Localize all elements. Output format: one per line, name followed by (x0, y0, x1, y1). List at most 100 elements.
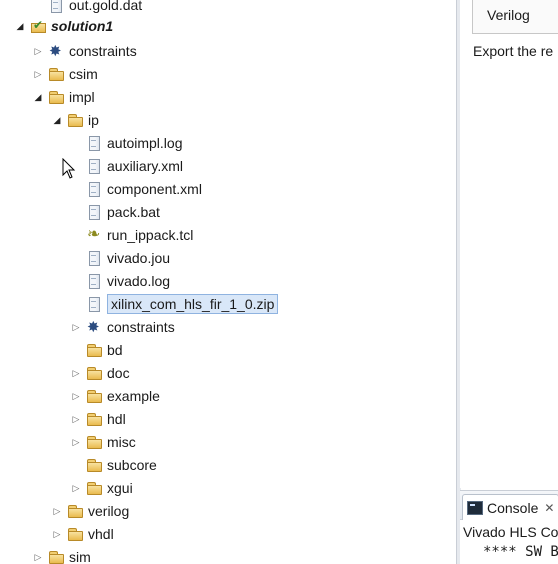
gear-icon (86, 317, 102, 339)
collapsed-arrow-icon[interactable]: ▷ (32, 40, 44, 62)
console-output-line: **** SW B (483, 544, 558, 560)
collapsed-arrow-icon[interactable]: ▷ (32, 546, 44, 564)
console-tab-label: Console (487, 499, 539, 516)
folder-icon (67, 503, 83, 519)
tree-item-label: constraints (69, 43, 137, 59)
solution-folder-icon (30, 14, 46, 36)
tree-item-xilinx-zip-selected[interactable]: ▷ xilinx_com_hls_fir_1_0.zip (70, 293, 279, 315)
file-icon (86, 273, 102, 289)
tree-item-label: constraints (107, 319, 175, 335)
tree-item-misc[interactable]: ▷ misc (70, 431, 136, 453)
tree-item-auxiliary-xml[interactable]: ▷ auxiliary.xml (70, 155, 183, 177)
tree-item-label: verilog (88, 503, 130, 519)
tree-item-constraints-ip[interactable]: ▷ constraints (70, 316, 175, 339)
tree-item-label: example (107, 388, 160, 404)
tree-item-vhdl[interactable]: ▷ vhdl (51, 523, 114, 545)
tree-item-label: vivado.log (107, 273, 171, 289)
tree-item-run-ippack-tcl[interactable]: ▷ run_ippack.tcl (70, 224, 193, 246)
tree-item-hdl[interactable]: ▷ hdl (70, 408, 126, 430)
collapsed-arrow-icon[interactable]: ▷ (32, 63, 44, 85)
tree-item-verilog[interactable]: ▷ verilog (51, 500, 130, 522)
tree-item-component-xml[interactable]: ▷ component.xml (70, 178, 202, 200)
console-title: Vivado HLS Co (463, 524, 558, 540)
tree-item-subcore[interactable]: ▷ subcore (70, 454, 157, 476)
tree-item-label: misc (107, 434, 136, 450)
project-explorer-tree: ▷ out.gold.dat ◢ solution1 ▷ constraints… (0, 0, 456, 564)
file-icon (86, 204, 102, 220)
tree-item-vivado-jou[interactable]: ▷ vivado.jou (70, 247, 170, 269)
collapsed-arrow-icon[interactable]: ▷ (70, 385, 82, 407)
tree-item-label: subcore (107, 457, 157, 473)
tree-item-label: impl (69, 89, 95, 105)
tree-item-ip[interactable]: ◢ ip (51, 109, 99, 131)
export-description: Export the re (473, 43, 554, 59)
tree-item-pack-bat[interactable]: ▷ pack.bat (70, 201, 160, 223)
collapsed-arrow-icon[interactable]: ▷ (70, 408, 82, 430)
folder-icon (86, 480, 102, 496)
console-icon (467, 500, 483, 515)
file-icon (86, 158, 102, 174)
folder-icon (48, 549, 64, 564)
tree-item-solution1[interactable]: ◢ solution1 (14, 14, 114, 37)
folder-icon (86, 457, 102, 473)
tree-item-out-gold-dat[interactable]: ▷ out.gold.dat (32, 0, 142, 16)
tree-item-label: pack.bat (107, 204, 160, 220)
tree-item-autoimpl-log[interactable]: ▷ autoimpl.log (70, 132, 183, 154)
file-icon (86, 181, 102, 197)
collapsed-arrow-icon[interactable]: ▷ (70, 477, 82, 499)
mouse-pointer-icon (62, 158, 76, 179)
tree-item-label: auxiliary.xml (107, 158, 183, 174)
tree-item-doc[interactable]: ▷ doc (70, 362, 130, 384)
tree-item-label: csim (69, 66, 98, 82)
folder-icon (86, 342, 102, 358)
collapsed-arrow-icon[interactable]: ▷ (51, 500, 63, 522)
file-icon (86, 135, 102, 151)
tcl-script-icon (86, 224, 102, 246)
folder-icon (48, 66, 64, 82)
folder-icon (67, 526, 83, 542)
tree-item-label: autoimpl.log (107, 135, 183, 151)
close-icon[interactable]: ✕ (544, 501, 554, 515)
language-cell[interactable]: Verilog (487, 7, 530, 23)
folder-icon (86, 411, 102, 427)
tree-item-label: xilinx_com_hls_fir_1_0.zip (107, 294, 279, 314)
folder-open-icon (67, 112, 83, 128)
tree-item-label: hdl (107, 411, 126, 427)
collapsed-arrow-icon[interactable]: ▷ (70, 431, 82, 453)
file-icon (86, 296, 102, 312)
tree-item-label: ip (88, 112, 99, 128)
gear-icon (48, 41, 64, 63)
collapsed-arrow-icon[interactable]: ▷ (51, 523, 63, 545)
tree-item-csim[interactable]: ▷ csim (32, 63, 98, 85)
tree-item-sim[interactable]: ▷ sim (32, 546, 91, 564)
folder-open-icon (48, 89, 64, 105)
collapsed-arrow-icon[interactable]: ▷ (70, 316, 82, 338)
language-table: Verilog (472, 0, 558, 34)
tree-item-constraints[interactable]: ▷ constraints (32, 40, 137, 63)
tree-item-impl[interactable]: ◢ impl (32, 86, 95, 108)
tree-item-example[interactable]: ▷ example (70, 385, 160, 407)
folder-icon (86, 434, 102, 450)
tree-item-label: out.gold.dat (69, 0, 143, 13)
file-icon (86, 250, 102, 266)
tree-item-label: vivado.jou (107, 250, 171, 266)
tree-item-label: vhdl (88, 526, 114, 542)
tree-item-vivado-log[interactable]: ▷ vivado.log (70, 270, 170, 292)
tree-item-label: component.xml (107, 181, 202, 197)
tree-item-label: xgui (107, 480, 133, 496)
expanded-arrow-icon[interactable]: ◢ (51, 109, 63, 131)
expanded-arrow-icon[interactable]: ◢ (32, 86, 44, 108)
vivado-hls-window: ▷ out.gold.dat ◢ solution1 ▷ constraints… (0, 0, 558, 564)
folder-icon (86, 365, 102, 381)
editor-area: Verilog Export the re (460, 0, 558, 488)
expanded-arrow-icon[interactable]: ◢ (14, 15, 26, 37)
tree-item-bd[interactable]: ▷ bd (70, 339, 123, 361)
tree-item-label: doc (107, 365, 130, 381)
tab-console[interactable]: Console ✕ (462, 494, 558, 520)
collapsed-arrow-icon[interactable]: ▷ (70, 362, 82, 384)
console-panel: Console ✕ Vivado HLS Co **** SW B (460, 490, 558, 564)
tree-item-label: sim (69, 549, 91, 564)
tree-item-xgui[interactable]: ▷ xgui (70, 477, 133, 499)
folder-icon (86, 388, 102, 404)
tree-item-label: bd (107, 342, 123, 358)
